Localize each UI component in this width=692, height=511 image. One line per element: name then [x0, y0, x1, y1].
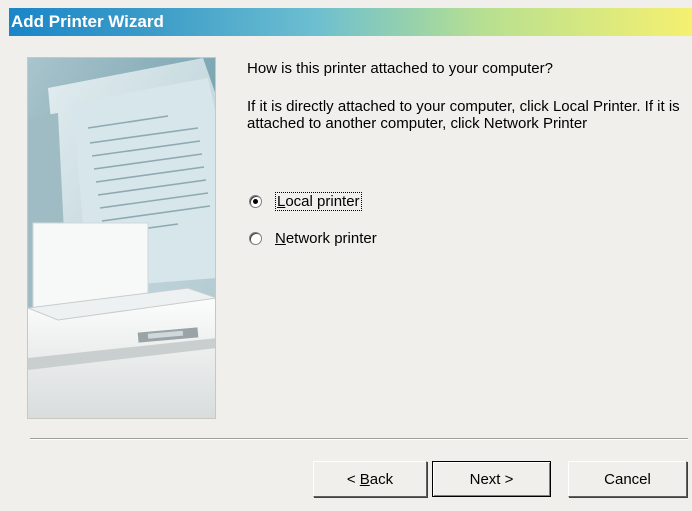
local-printer-label-rest: ocal printer	[285, 193, 360, 210]
cancel-button[interactable]: Cancel	[568, 461, 687, 497]
network-printer-label[interactable]: Network printer	[275, 230, 377, 247]
separator-line	[30, 438, 688, 440]
title-bar: Add Printer Wizard	[9, 8, 692, 36]
local-printer-label[interactable]: Local printer	[275, 192, 362, 211]
network-printer-label-rest: etwork printer	[285, 230, 377, 247]
wizard-printer-image	[27, 57, 216, 419]
back-button[interactable]: < Back	[313, 461, 427, 497]
back-button-rest: ack	[369, 470, 394, 488]
next-button-label: Next >	[469, 470, 514, 488]
network-printer-mnemonic: N	[275, 230, 286, 247]
back-button-prefix: <	[346, 470, 360, 488]
local-printer-radio[interactable]	[249, 195, 262, 208]
network-printer-radio[interactable]	[249, 232, 262, 245]
next-button[interactable]: Next >	[432, 461, 551, 497]
network-printer-option[interactable]: Network printer	[249, 230, 377, 247]
cancel-button-label: Cancel	[604, 470, 651, 488]
back-button-mnemonic: B	[359, 470, 370, 488]
window-title: Add Printer Wizard	[11, 12, 164, 31]
local-printer-option[interactable]: Local printer	[249, 192, 362, 211]
instruction-text: If it is directly attached to your compu…	[247, 98, 680, 132]
question-text: How is this printer attached to your com…	[247, 60, 553, 77]
